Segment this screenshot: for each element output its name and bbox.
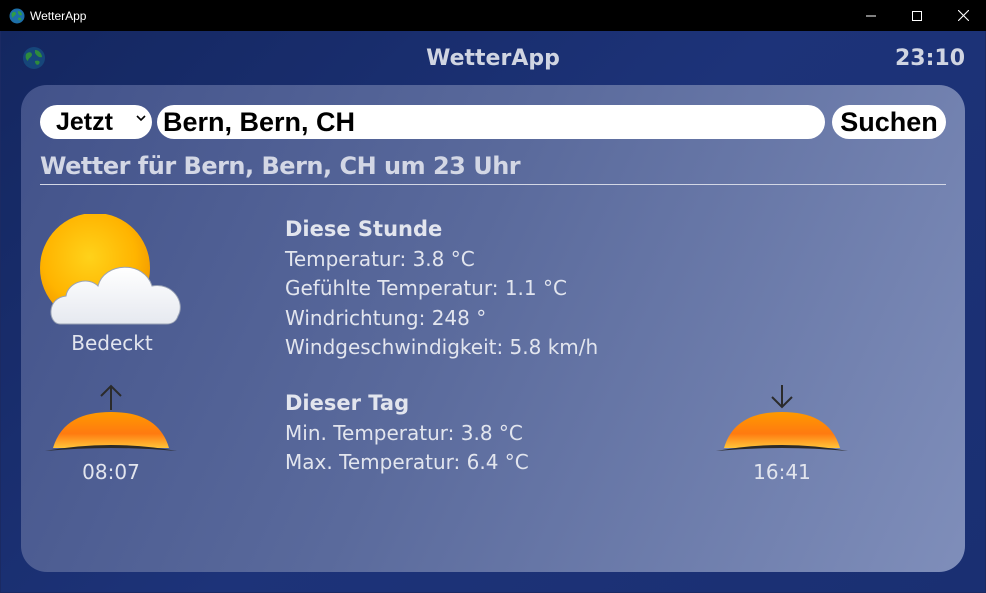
hour-temperature: Temperatur: 3.8 °C bbox=[285, 246, 475, 271]
day-heading: Dieser Tag bbox=[285, 391, 410, 415]
sunset-icon bbox=[716, 385, 848, 451]
maximize-button[interactable] bbox=[894, 0, 940, 31]
sunrise-time: 08:07 bbox=[82, 460, 140, 484]
hour-feels-like: Gefühlte Temperatur: 1.1 °C bbox=[285, 276, 567, 300]
close-button[interactable] bbox=[940, 0, 986, 31]
day-max-temperature: Max. Temperatur: 6.4 °C bbox=[285, 450, 529, 474]
day-min-temperature: Min. Temperatur: 3.8 °C bbox=[285, 420, 523, 445]
condition-label: Bedeckt bbox=[71, 331, 153, 355]
minimize-icon bbox=[866, 15, 876, 16]
weather-card: Jetzt Bern, Bern, CH Suchen Wetter für B… bbox=[21, 85, 965, 572]
maximize-icon bbox=[912, 10, 922, 21]
time-select-value: Jetzt bbox=[56, 107, 113, 136]
hour-wind-direction: Windrichtung: 248 ° bbox=[285, 305, 487, 330]
time-select[interactable]: Jetzt bbox=[40, 105, 152, 139]
hour-wind-speed: Windgeschwindigkeit: 5.8 km/h bbox=[285, 335, 599, 359]
window-title: WetterApp bbox=[30, 8, 87, 23]
sunset-time: 16:41 bbox=[753, 460, 811, 484]
window-titlebar: WetterApp bbox=[0, 0, 986, 31]
search-button[interactable]: Suchen bbox=[832, 105, 946, 139]
chevron-down-icon bbox=[136, 115, 146, 122]
clock: 23:10 bbox=[894, 46, 965, 71]
hour-heading: Diese Stunde bbox=[285, 217, 443, 241]
day-section: Dieser Tag Min. Temperatur: 3.8 °C Max. … bbox=[285, 389, 529, 478]
sun-behind-cloud-icon bbox=[40, 214, 181, 325]
location-input[interactable]: Bern, Bern, CH bbox=[157, 105, 825, 139]
globe-icon bbox=[9, 8, 25, 23]
weather-heading: Wetter für Bern, Bern, CH um 23 Uhr bbox=[40, 152, 521, 180]
minimize-button[interactable] bbox=[848, 0, 894, 31]
close-icon bbox=[957, 10, 969, 21]
app-window: WetterApp 23:10 Jetzt Bern, Bern, CH Suc… bbox=[1, 31, 985, 592]
hour-section: Diese Stunde Temperatur: 3.8 °C Gefühlte… bbox=[285, 215, 598, 363]
sunrise-icon bbox=[45, 384, 177, 451]
heading-divider bbox=[40, 184, 946, 185]
app-title: WetterApp bbox=[426, 46, 560, 71]
